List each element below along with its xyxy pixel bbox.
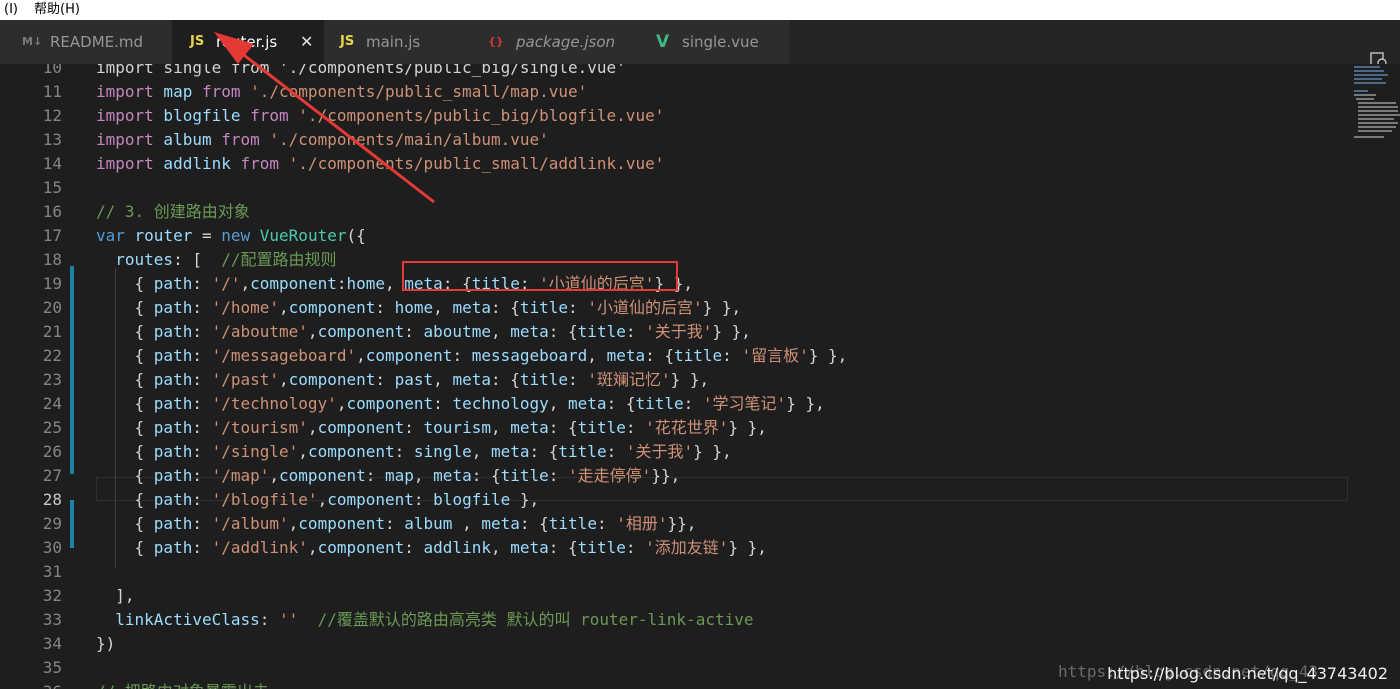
watermark: https://blog.csdn.net/qq_43743402 bbox=[1107, 664, 1388, 683]
annotation-arrow bbox=[214, 32, 435, 204]
